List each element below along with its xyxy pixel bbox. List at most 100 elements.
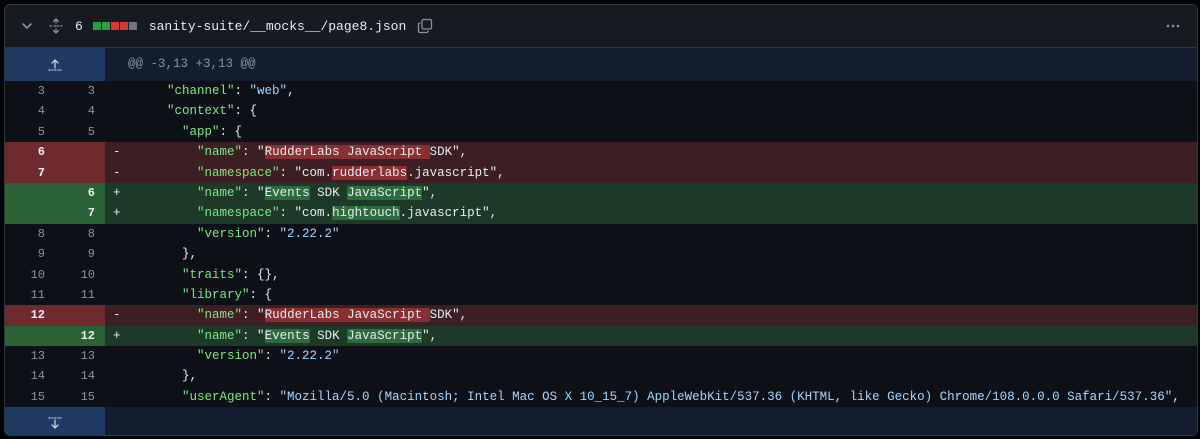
code-content: "context": { (133, 101, 1197, 121)
context-line: 14 14 }, (5, 366, 1197, 386)
new-line-number[interactable] (55, 142, 105, 163)
more-options-icon[interactable] (1161, 14, 1185, 38)
diffstat-bar (92, 22, 137, 30)
expand-down-button[interactable] (5, 407, 105, 435)
old-line-number[interactable]: 8 (5, 224, 55, 244)
old-line-number[interactable]: 9 (5, 244, 55, 264)
new-line-number[interactable]: 13 (55, 346, 105, 366)
diffstat-square (128, 22, 137, 30)
new-line-number[interactable]: 4 (55, 101, 105, 121)
code-token: " (257, 145, 265, 160)
new-line-number[interactable]: 9 (55, 244, 105, 264)
old-line-number[interactable] (5, 203, 55, 224)
diff-sign: - (105, 305, 133, 326)
new-line-number[interactable]: 3 (55, 81, 105, 101)
code-token: : (264, 349, 280, 364)
old-line-number[interactable]: 13 (5, 346, 55, 366)
old-line-number[interactable]: 6 (5, 142, 55, 163)
code-token: : (242, 308, 258, 323)
code-content: "app": { (133, 122, 1197, 142)
old-line-number[interactable]: 4 (5, 101, 55, 121)
code-token: "channel" (167, 84, 235, 98)
expand-down-icon (48, 417, 62, 429)
new-line-number[interactable]: 14 (55, 366, 105, 386)
old-line-number[interactable]: 5 (5, 122, 55, 142)
new-line-number[interactable]: 6 (55, 182, 105, 204)
code-token: "context" (167, 104, 235, 119)
hunk-footer (105, 407, 1197, 435)
context-line: 44 "context": { (5, 101, 1197, 121)
old-line-number[interactable] (5, 325, 55, 347)
old-line-number[interactable]: 10 (5, 265, 55, 285)
code-token: "userAgent" (182, 389, 265, 404)
new-line-number[interactable]: 10 (55, 265, 105, 285)
new-line-number[interactable]: 11 (55, 285, 105, 305)
copy-icon[interactable] (416, 17, 434, 35)
diff-sign (105, 122, 133, 142)
code-token: .javascript" (407, 165, 498, 180)
old-line-number[interactable] (5, 182, 55, 204)
old-line-number[interactable]: 12 (5, 305, 55, 326)
diff-sign: + (105, 182, 133, 204)
context-line: 13 13 "version": "2.22.2" (5, 346, 1197, 366)
new-line-number[interactable] (55, 162, 105, 183)
changed-token: RudderLabs JavaScript (264, 308, 430, 323)
code-token: }, (182, 369, 198, 384)
new-line-number[interactable] (55, 305, 105, 326)
code-token: : {}, (242, 267, 280, 282)
code-token: "name" (197, 328, 243, 343)
new-line-number[interactable]: 5 (55, 122, 105, 142)
diffstat-square (110, 22, 119, 30)
code-token: SDK (309, 185, 348, 200)
code-token: : (264, 389, 280, 404)
context-line: 55 "app": { (5, 122, 1197, 142)
new-line-number[interactable]: 7 (55, 203, 105, 224)
expand-up-button[interactable] (5, 48, 105, 81)
code-token: " (257, 185, 265, 200)
old-line-number[interactable]: 3 (5, 81, 55, 101)
context-line: 88 "version": "2.22.2" (5, 224, 1197, 244)
diff-sign (105, 265, 133, 285)
code-token: "app" (182, 124, 220, 139)
file-path[interactable]: sanity-suite/__mocks__/page8.json (149, 19, 406, 34)
code-token: SDK" (429, 308, 460, 323)
new-line-number[interactable]: 8 (55, 224, 105, 244)
diff-sign (105, 285, 133, 305)
expand-all-icon[interactable] (47, 17, 65, 35)
old-line-number[interactable]: 11 (5, 285, 55, 305)
context-line: 10 10 "traits": {}, (5, 265, 1197, 285)
diff-sign: - (105, 142, 133, 163)
new-line-number[interactable]: 12 (55, 325, 105, 347)
code-token: , (459, 145, 468, 160)
code-token: " (422, 328, 430, 343)
deleted-line: 6 - "name": "RudderLabs JavaScript SDK", (5, 142, 1197, 163)
context-line: 99 }, (5, 244, 1197, 264)
changed-token: rudderlabs (332, 165, 408, 180)
code-token: : { (219, 124, 243, 139)
old-line-number[interactable]: 7 (5, 162, 55, 183)
diff-sign: - (105, 162, 133, 183)
chevron-down-icon[interactable] (19, 18, 35, 34)
code-token: , (287, 84, 295, 98)
code-content: "name": "Events SDK JavaScript", (133, 182, 1197, 204)
old-line-number[interactable]: 14 (5, 366, 55, 386)
new-line-number[interactable]: 15 (55, 387, 105, 407)
code-token: : (264, 226, 280, 241)
code-token: "traits" (182, 267, 243, 282)
diff-sign (105, 101, 133, 121)
code-token: SDK (309, 328, 348, 343)
diff-sign: + (105, 203, 133, 224)
old-line-number[interactable]: 15 (5, 387, 55, 407)
added-line: 7 + "namespace": "com.hightouch.javascrip… (5, 203, 1197, 224)
context-line: 11 11 "library": { (5, 285, 1197, 305)
hunk-header-row: @@ -3,13 +3,13 @@ (5, 48, 1197, 81)
code-token: }, (182, 247, 198, 262)
code-content: "name": "RudderLabs JavaScript SDK", (133, 305, 1197, 326)
